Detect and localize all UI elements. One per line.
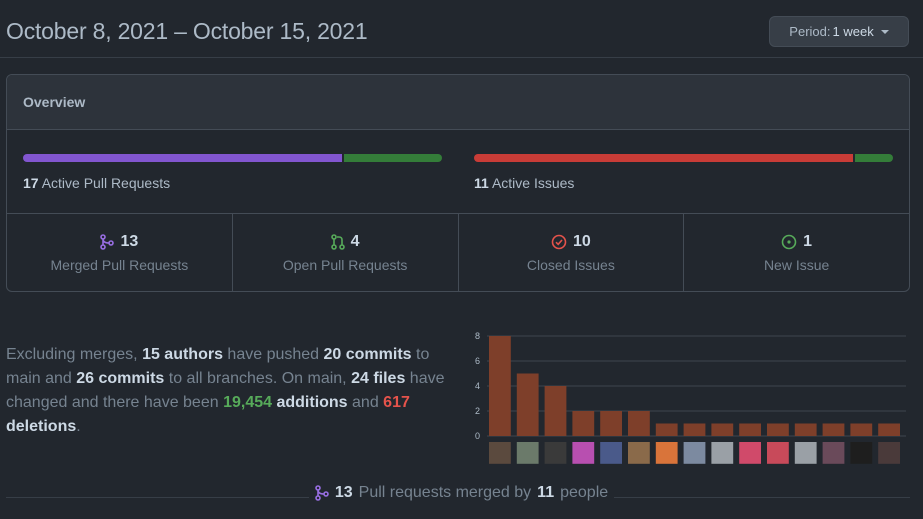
period-label: Period: (789, 24, 831, 39)
summary-text: . (76, 418, 81, 435)
contributor-avatar[interactable] (572, 442, 595, 464)
merged-pr-label: Merged Pull Requests (50, 257, 189, 273)
commit-summary: Excluding merges, 15 authors have pushed… (6, 343, 458, 439)
contributor-bar[interactable] (711, 423, 734, 437)
stat-new-issue[interactable]: 1 New Issue (684, 214, 909, 291)
overview-bars: 17 Active Pull Requests 11 Active Issues (7, 130, 909, 214)
y-tick-label: 4 (475, 381, 480, 391)
open-pr-count: 4 (350, 233, 360, 250)
additions-label: additions (276, 394, 348, 411)
contributor-bar[interactable] (572, 411, 595, 436)
issues-progress-bar (474, 154, 893, 162)
contributors-bar-chart: 0 2 4 6 8 (475, 331, 906, 464)
commits-main-link[interactable]: 20 commits (324, 346, 412, 363)
contributor-bar[interactable] (822, 423, 845, 437)
summary-text: to all branches. On main, (164, 370, 352, 387)
contributor-bar[interactable] (683, 423, 706, 437)
people-count: 11 (537, 484, 555, 501)
contributor-bar[interactable] (489, 336, 511, 436)
closed-issues-count: 10 (572, 233, 591, 250)
merged-pr-count: 13 (120, 233, 139, 250)
footer-summary: 13 Pull requests merged by 11 people (0, 484, 923, 506)
pull-requests-progress-bar (23, 154, 442, 162)
issues-summary[interactable]: 11 Active Issues (474, 154, 893, 191)
summary-text: have pushed (222, 346, 324, 363)
contributor-bar[interactable] (878, 423, 900, 437)
merged-segment (23, 154, 342, 162)
period-value: 1 week (832, 24, 874, 39)
stat-merged-pull-requests[interactable]: 13 Merged Pull Requests (7, 214, 233, 291)
contributor-avatar[interactable] (628, 442, 650, 464)
contributor-bar[interactable] (600, 411, 622, 436)
contributor-avatar[interactable] (600, 442, 622, 464)
deletions-label: deletions (6, 418, 77, 435)
contributor-bar[interactable] (516, 373, 539, 437)
contributor-avatar[interactable] (655, 442, 678, 464)
y-tick-label: 0 (475, 431, 480, 441)
contributor-avatar[interactable] (544, 442, 567, 464)
contributor-avatar[interactable] (516, 442, 539, 464)
overview-panel: Overview 17 Active Pull Requests 11 Acti… (6, 74, 910, 292)
deletions-count: 617 (383, 394, 410, 411)
open-pr-label: Open Pull Requests (282, 257, 408, 273)
summary-text: and (347, 394, 384, 411)
caret-down-icon (880, 29, 889, 34)
contributor-bar[interactable] (655, 423, 678, 437)
summary-text: Excluding merges, (6, 346, 143, 363)
additions-count: 19,454 (223, 394, 273, 411)
contributor-avatar[interactable] (794, 442, 817, 464)
date-range-title: October 8, 2021 – October 15, 2021 (6, 18, 368, 44)
issues-caption: 11 Active Issues (474, 175, 893, 191)
overview-title: Overview (7, 75, 909, 130)
active-issues-count: 11 (474, 175, 489, 191)
contributor-avatar[interactable] (767, 442, 789, 464)
contributor-bar[interactable] (794, 423, 817, 437)
git-merge-icon (315, 485, 329, 501)
files-changed-link[interactable]: 24 files (351, 370, 405, 387)
new-issue-label: New Issue (763, 257, 830, 273)
contributor-bar[interactable] (544, 386, 567, 436)
contributor-avatar[interactable] (739, 442, 761, 464)
closed-segment (474, 154, 854, 162)
contributor-bar[interactable] (767, 423, 789, 437)
period-dropdown-button[interactable]: Period: 1 week (769, 16, 909, 47)
contributor-bar[interactable] (739, 423, 761, 437)
open-segment (344, 154, 442, 162)
contributor-bar[interactable] (628, 411, 650, 436)
issue-closed-icon (551, 234, 567, 250)
overview-stats: 13 Merged Pull Requests 4 Open Pull Requ… (7, 214, 909, 291)
authors-link[interactable]: 15 authors (142, 346, 223, 363)
contributor-avatar[interactable] (683, 442, 706, 464)
commits-all-link[interactable]: 26 commits (76, 370, 164, 387)
contributor-avatar[interactable] (850, 442, 873, 464)
merged-pr-total: 13 (334, 484, 353, 501)
new-issue-count: 1 (803, 233, 813, 250)
git-pull-request-icon (330, 234, 345, 250)
footer-text-2: people (560, 484, 609, 501)
contributor-avatar[interactable] (822, 442, 845, 464)
closed-issues-label: Closed Issues (526, 257, 615, 273)
pull-requests-summary[interactable]: 17 Active Pull Requests (23, 154, 442, 191)
contributor-avatar[interactable] (711, 442, 734, 464)
active-pr-count: 17 (23, 175, 39, 191)
contributor-avatar[interactable] (878, 442, 900, 464)
contributors-chart: 0 2 4 6 8 (470, 326, 910, 466)
y-tick-label: 8 (475, 331, 480, 341)
new-segment (855, 154, 893, 162)
active-issues-label: Active Issues (491, 175, 575, 191)
stat-closed-issues[interactable]: 10 Closed Issues (459, 214, 685, 291)
header: October 8, 2021 – October 15, 2021 Perio… (0, 0, 923, 58)
y-tick-label: 6 (475, 356, 480, 366)
issue-opened-icon (781, 234, 797, 250)
git-merge-icon (100, 234, 115, 250)
pull-requests-caption: 17 Active Pull Requests (23, 175, 442, 191)
stat-open-pull-requests[interactable]: 4 Open Pull Requests (233, 214, 459, 291)
contributor-avatar[interactable] (489, 442, 511, 464)
active-pr-label: Active Pull Requests (41, 175, 171, 191)
y-tick-label: 2 (475, 406, 480, 416)
contributor-bar[interactable] (850, 423, 873, 437)
footer-text-1: Pull requests merged by (358, 484, 532, 501)
